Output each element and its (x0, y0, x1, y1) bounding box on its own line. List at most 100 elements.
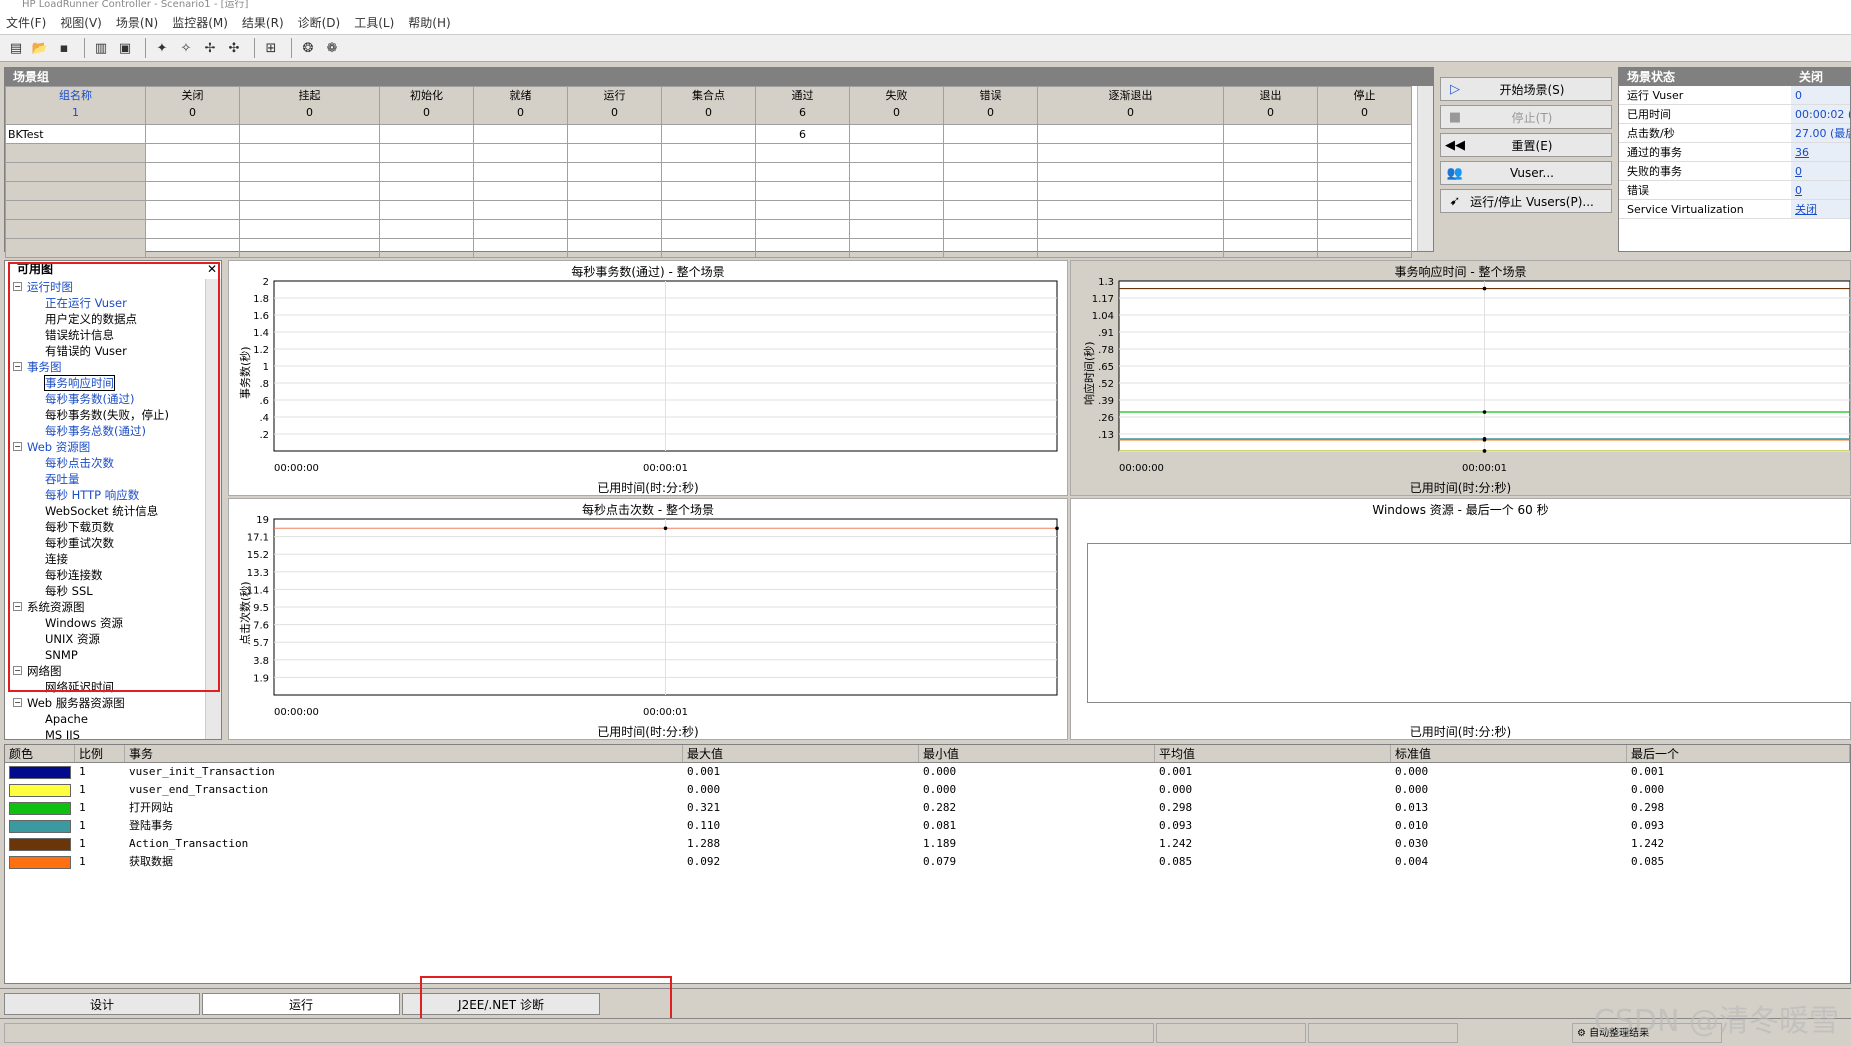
tab-design[interactable]: 设计 (4, 993, 200, 1015)
legend-row[interactable]: 1 vuser_init_Transaction 0.001 0.000 0.001 0.… (5, 763, 1850, 781)
table-cell (239, 200, 380, 220)
stop-button[interactable]: ■ 停止(T) (1440, 105, 1612, 129)
tab-run[interactable]: 运行 (202, 993, 400, 1015)
table-row[interactable] (5, 238, 1412, 258)
status-value: 0 (1791, 86, 1850, 104)
graph-trt[interactable]: 事务响应时间 - 整个场景 1.3 1.17 1.04.91.78.65.52.39… (1070, 260, 1851, 496)
table-row[interactable] (5, 219, 1412, 239)
y-tick-label: 5.7 (253, 638, 269, 649)
column-header[interactable]: 初始化 0 (379, 86, 474, 125)
column-header[interactable]: 挂起 0 (239, 86, 380, 125)
column-header[interactable]: 组名称 1 (5, 86, 146, 125)
menu-help[interactable]: 帮助(H) (408, 14, 450, 31)
legend-cell: 0.010 (1395, 819, 1429, 832)
open-icon[interactable]: 📂 (30, 38, 50, 58)
color-swatch[interactable] (9, 765, 71, 779)
y-tick-label: 1.9 (253, 673, 269, 684)
menu-tools[interactable]: 工具(L) (354, 14, 394, 31)
column-header[interactable]: 通过 6 (755, 86, 850, 125)
menu-file[interactable]: 文件(F) (6, 14, 46, 31)
reset-button[interactable]: ◀◀ 重置(E) (1440, 133, 1612, 157)
column-header[interactable]: 就绪 0 (473, 86, 568, 125)
graph-hits[interactable]: 每秒点击次数 - 整个场景 19 17.1 15.2 13.3 11.4 9.5 7.6 5.… (228, 498, 1068, 740)
graph-windows[interactable]: Windows 资源 - 最后一个 60 秒 已用时间(时:分:秒) (1070, 498, 1851, 740)
graph-tps[interactable]: 每秒事务数(通过) - 整个场景 2 1.8 1.6 1.4 1.2 1.8.6.4.2 0… (228, 260, 1068, 496)
legend-header[interactable]: 最大值 (683, 745, 919, 762)
legend-header[interactable]: 平均值 (1155, 745, 1391, 762)
column-header[interactable]: 退出 0 (1223, 86, 1318, 125)
color-swatch[interactable] (9, 783, 71, 797)
table-cell (755, 200, 850, 220)
legend-header[interactable]: 比例 (75, 745, 125, 762)
color-swatch[interactable] (9, 837, 71, 851)
color-swatch[interactable] (9, 855, 71, 869)
column-header[interactable]: 错误 0 (943, 86, 1038, 125)
legend-row[interactable]: 1 获取数据 0.092 0.079 0.085 0.004 0.085 (5, 853, 1850, 871)
tree-item[interactable]: Apache (5, 711, 205, 727)
network-icon[interactable]: ❁ (322, 38, 342, 58)
collapse-icon[interactable]: − (13, 698, 22, 707)
legend-header[interactable]: 标准值 (1391, 745, 1627, 762)
column-header[interactable]: 逐渐退出 0 (1037, 86, 1224, 125)
x-tick-label: 00:00:01 (643, 463, 688, 474)
table-row[interactable] (5, 143, 1412, 163)
menu-monitor[interactable]: 监控器(M) (172, 14, 228, 31)
table-row[interactable] (5, 162, 1412, 182)
status-value[interactable]: 0 (1791, 162, 1850, 180)
vuser-reset-icon[interactable]: ✣ (224, 38, 244, 58)
legend-header[interactable]: 颜色 (5, 745, 75, 762)
status-segment (4, 1023, 1154, 1043)
legend-cell: 1.242 (1631, 837, 1665, 850)
column-header[interactable]: 集合点 0 (661, 86, 756, 125)
vuser-stop-icon[interactable]: ✢ (200, 38, 220, 58)
y-tick-label: .65 (1098, 362, 1114, 373)
menu-diagnostics[interactable]: 诊断(D) (298, 14, 341, 31)
legend-row[interactable]: 1 Action_Transaction 1.288 1.189 1.242 0.030 1… (5, 835, 1850, 853)
scenario-group-scrollbar[interactable] (1417, 86, 1433, 251)
table-cell (661, 181, 756, 201)
column-header[interactable]: 关闭 0 (145, 86, 240, 125)
run-view-icon[interactable]: ▣ (115, 38, 135, 58)
legend-cell: 0.093 (1159, 819, 1193, 832)
column-header[interactable]: 运行 0 (567, 86, 662, 125)
legend-row[interactable]: 1 vuser_end_Transaction 0.000 0.000 0.000 0.0… (5, 781, 1850, 799)
legend-header[interactable]: 最后一个 (1627, 745, 1850, 762)
legend-header[interactable]: 事务 (125, 745, 683, 762)
legend-cell: 1 (79, 765, 86, 778)
y-tick-label: 13.3 (247, 568, 269, 579)
windows-plot-area (1087, 543, 1851, 703)
color-swatch[interactable] (9, 819, 71, 833)
legend-row[interactable]: 1 打开网站 0.321 0.282 0.298 0.013 0.298 (5, 799, 1850, 817)
vuser-gradual-icon[interactable]: ✧ (176, 38, 196, 58)
analysis-icon[interactable]: ⊞ (261, 38, 281, 58)
status-value[interactable]: 关闭 (1791, 200, 1850, 218)
menu-view[interactable]: 视图(V) (60, 14, 102, 31)
run-stop-vusers-button[interactable]: ➹ 运行/停止 Vusers(P)... (1440, 189, 1612, 213)
new-icon[interactable]: ▤ (6, 38, 26, 58)
diagnostics-icon[interactable]: ❂ (298, 38, 318, 58)
table-row[interactable]: BKTest 6 (5, 124, 1412, 144)
legend-row[interactable]: 1 登陆事务 0.110 0.081 0.093 0.010 0.093 (5, 817, 1850, 835)
view-tabs: 设计 运行 J2EE/.NET 诊断 (0, 988, 1851, 1018)
status-value[interactable]: 0 (1791, 181, 1850, 199)
table-row[interactable] (5, 200, 1412, 220)
table-row[interactable] (5, 181, 1412, 201)
start-scenario-button[interactable]: ▷ 开始场景(S) (1440, 77, 1612, 101)
tree-item[interactable]: − Web 服务器资源图 (5, 695, 205, 711)
vusers-button[interactable]: 👥 Vuser... (1440, 161, 1612, 185)
y-tick-label: .4 (259, 413, 269, 424)
status-segment (1156, 1023, 1306, 1043)
vuser-run-icon[interactable]: ✦ (152, 38, 172, 58)
tree-item[interactable]: MS IIS (5, 727, 205, 739)
menu-scenario[interactable]: 场景(N) (116, 14, 158, 31)
column-header[interactable]: 停止 0 (1317, 86, 1412, 125)
column-header[interactable]: 失败 0 (849, 86, 944, 125)
save-icon[interactable]: ▪ (54, 38, 74, 58)
color-swatch[interactable] (9, 801, 71, 815)
legend-header[interactable]: 最小值 (919, 745, 1155, 762)
y-axis-label: 点击次数(秒) (239, 581, 252, 645)
status-value[interactable]: 36 (1791, 143, 1850, 161)
x-axis-label: 已用时间(时:分:秒) (597, 725, 699, 739)
design-icon[interactable]: ▥ (91, 38, 111, 58)
menu-results[interactable]: 结果(R) (242, 14, 284, 31)
